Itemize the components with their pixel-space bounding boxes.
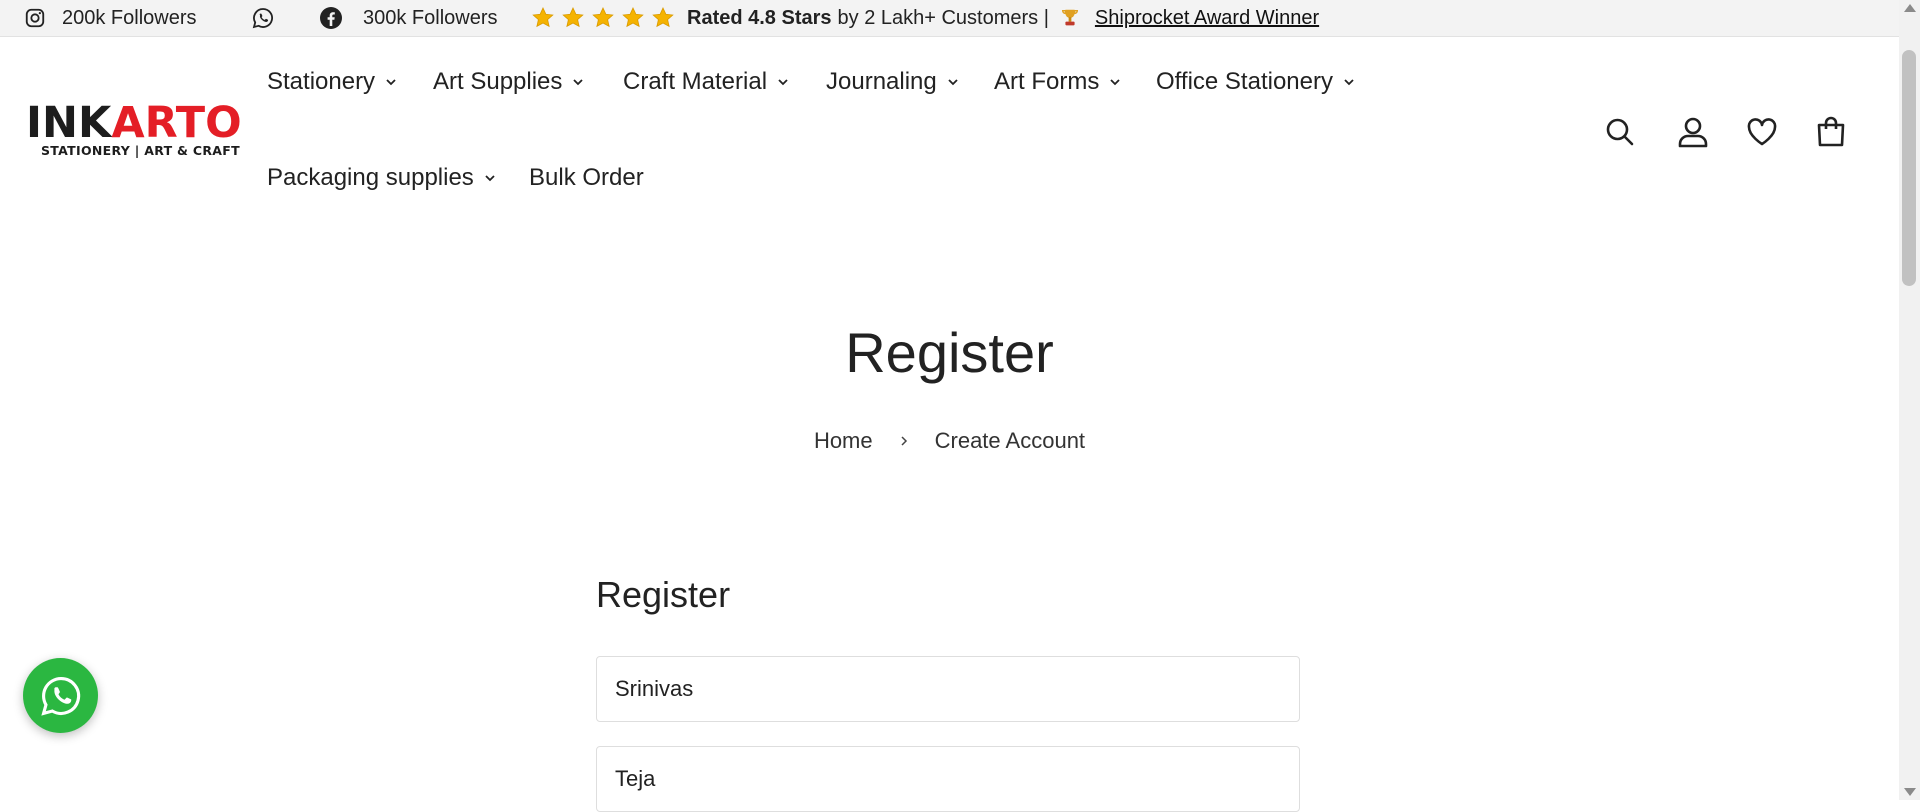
- award-link[interactable]: Shiprocket Award Winner: [1095, 7, 1319, 30]
- nav-label: Packaging supplies: [267, 164, 474, 191]
- trophy-icon: [1061, 9, 1078, 26]
- nav-office-stationery[interactable]: Office Stationery: [1156, 68, 1355, 96]
- page-scrollbar[interactable]: [1899, 0, 1920, 800]
- facebook-icon: [320, 7, 342, 29]
- breadcrumb: Home Create Account: [0, 428, 1899, 454]
- nav-bulk-order[interactable]: Bulk Order: [529, 164, 644, 192]
- account-icon: [1678, 117, 1708, 148]
- nav-label: Art Supplies: [433, 68, 563, 95]
- scroll-thumb[interactable]: [1902, 50, 1916, 286]
- rating-banner: Rated 4.8 Stars by 2 Lakh+ Customers | S…: [531, 0, 1319, 36]
- first-name-field[interactable]: [596, 656, 1300, 722]
- nav-label: Journaling: [826, 68, 937, 95]
- nav-label: Craft Material: [623, 68, 768, 95]
- star-icon: [562, 7, 584, 28]
- last-name-field[interactable]: [596, 746, 1300, 812]
- nav-art-supplies[interactable]: Art Supplies: [433, 68, 584, 96]
- chevron-down-icon: [1110, 79, 1120, 86]
- whatsapp-chat-button[interactable]: [23, 658, 98, 733]
- chevron-down-icon: [948, 79, 958, 86]
- logo-part-1: INK: [26, 98, 112, 148]
- nav-journaling[interactable]: Journaling: [826, 68, 959, 96]
- inkarto-logo[interactable]: INKARTO STATIONERY | ART & CRAFT: [26, 98, 242, 161]
- nav-stationery[interactable]: Stationery: [267, 68, 397, 96]
- facebook-followers: 300k Followers: [363, 6, 498, 29]
- site-header: INKARTO STATIONERY | ART & CRAFT Station…: [0, 37, 1899, 237]
- rating-rest-text: by 2 Lakh+ Customers |: [837, 6, 1049, 29]
- facebook-link[interactable]: 300k Followers: [319, 0, 498, 36]
- cart-button[interactable]: [1814, 115, 1848, 149]
- nav-label: Art Forms: [994, 68, 1100, 95]
- whatsapp-small-icon: [252, 8, 273, 29]
- rating-stars: [531, 6, 675, 30]
- wishlist-heart-icon: [1747, 118, 1777, 146]
- logo-wordmark: INKARTO: [26, 98, 242, 148]
- chevron-down-icon: [485, 175, 495, 182]
- star-icon: [592, 7, 614, 28]
- nav-art-forms[interactable]: Art Forms: [994, 68, 1121, 96]
- nav-label: Stationery: [267, 68, 376, 95]
- chevron-down-icon: [573, 79, 584, 86]
- nav-label: Bulk Order: [529, 164, 644, 191]
- form-title: Register: [596, 574, 731, 615]
- search-button[interactable]: [1603, 115, 1637, 149]
- whatsapp-link[interactable]: [251, 0, 275, 36]
- star-icon: [622, 7, 644, 28]
- logo-tagline: STATIONERY | ART & CRAFT: [41, 143, 240, 158]
- chevron-down-icon: [778, 79, 788, 86]
- search-icon: [1606, 118, 1634, 146]
- announcement-bar: 200k Followers 300k Followers Rated 4.8 …: [0, 0, 1899, 37]
- scroll-down-arrow[interactable]: [1904, 788, 1916, 796]
- instagram-followers: 200k Followers: [62, 6, 197, 29]
- scroll-up-arrow[interactable]: [1904, 4, 1916, 12]
- logo-part-2: ARTO: [111, 98, 242, 148]
- nav-label: Office Stationery: [1156, 68, 1333, 95]
- star-icon: [652, 7, 674, 28]
- star-icon: [532, 7, 554, 28]
- breadcrumb-current: Create Account: [934, 428, 1086, 453]
- instagram-link[interactable]: 200k Followers: [24, 0, 197, 36]
- chevron-down-icon: [386, 79, 396, 86]
- chevron-right-icon: [901, 436, 907, 446]
- page-title: Register: [845, 321, 1054, 384]
- chevron-down-icon: [1344, 79, 1354, 86]
- account-button[interactable]: [1676, 115, 1710, 149]
- wishlist-button[interactable]: [1745, 115, 1779, 149]
- whatsapp-icon: [40, 676, 80, 716]
- instagram-icon: [25, 8, 45, 28]
- rating-bold-text: Rated 4.8 Stars: [687, 6, 832, 29]
- breadcrumb-home[interactable]: Home: [814, 428, 873, 454]
- cart-bag-icon: [1817, 116, 1845, 147]
- nav-craft-material[interactable]: Craft Material: [623, 68, 789, 96]
- nav-packaging-supplies[interactable]: Packaging supplies: [267, 164, 496, 192]
